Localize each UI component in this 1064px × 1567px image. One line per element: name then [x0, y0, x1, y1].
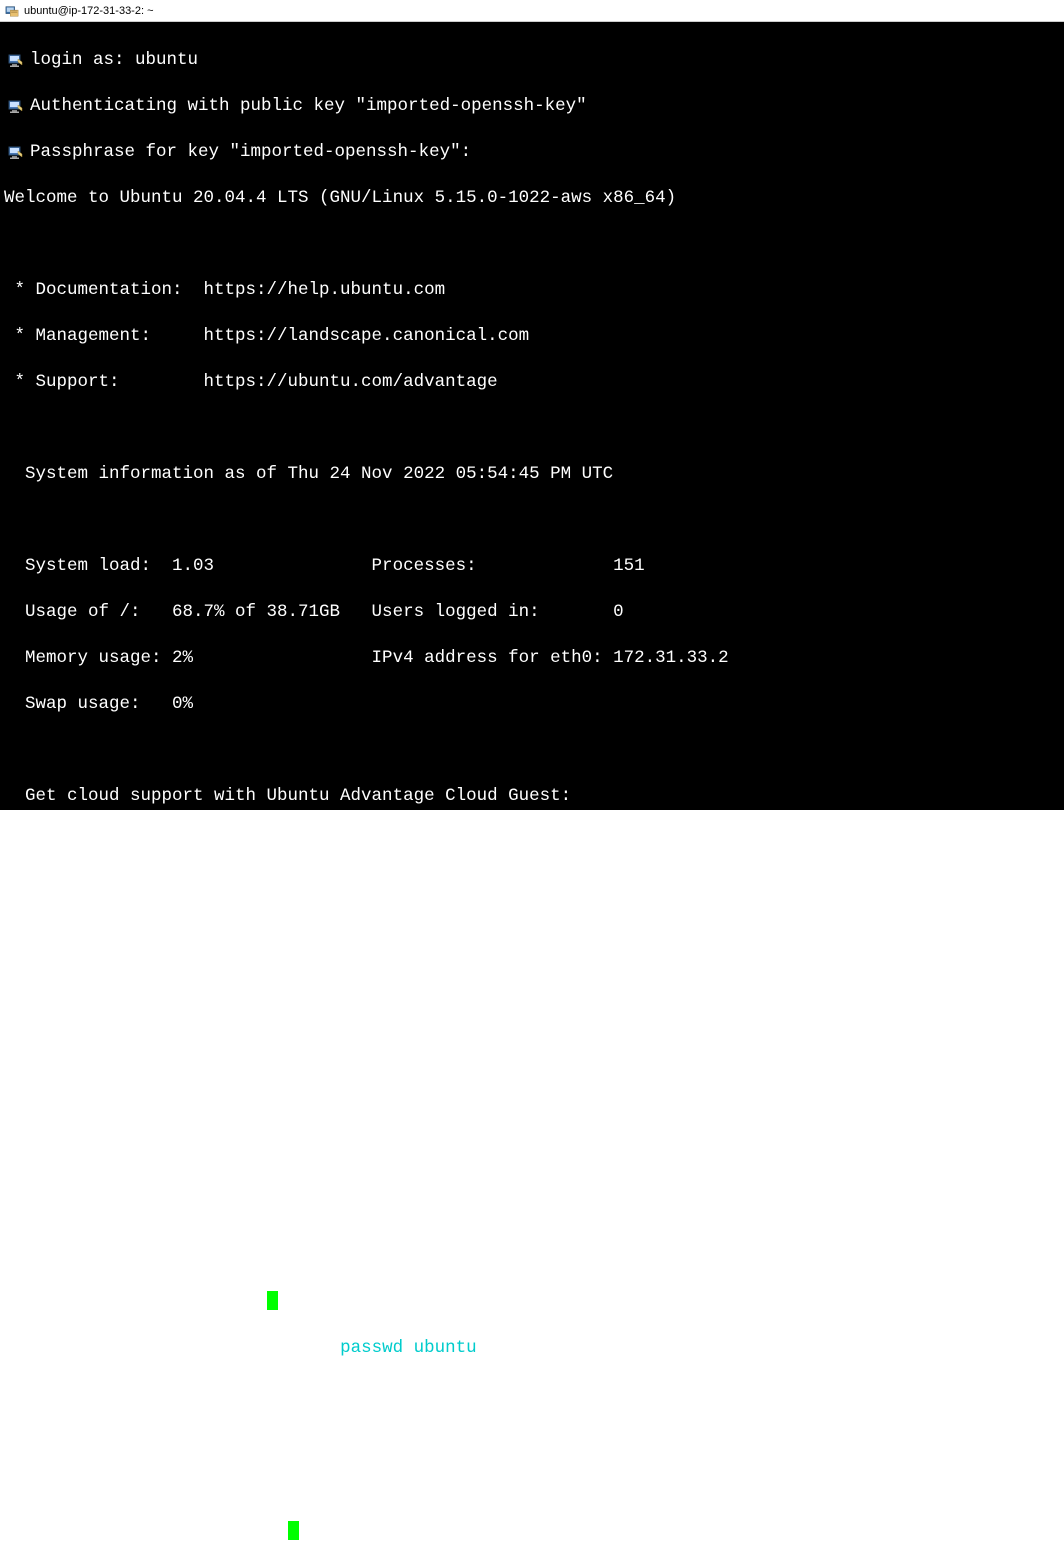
terminal-line: [0, 877, 1064, 900]
terminal-line: [0, 233, 1064, 256]
terminal-line: * Support: https://ubuntu.com/advantage: [0, 371, 1064, 394]
line-text: login as: ubuntu: [30, 49, 198, 72]
line-text: Authenticating with public key "imported…: [30, 95, 587, 118]
terminal-line: System load: 1.03 Processes: 151: [0, 555, 1064, 578]
window-title-bar: ubuntu@ip-172-31-33-2: ~: [0, 0, 1064, 22]
terminal-line: Welcome to Ubuntu 20.04.4 LTS (GNU/Linux…: [0, 187, 1064, 210]
terminal-line: Memory usage: 2% IPv4 address for eth0: …: [0, 647, 1064, 670]
terminal-line: [0, 417, 1064, 440]
prompt-line: ubuntu@ip-172-31-33-2:~$: [0, 1291, 1064, 1314]
terminal-line: Retype new UNIX password:: [0, 1429, 1064, 1452]
terminal-line: System information as of Thu 24 Nov 2022…: [0, 463, 1064, 486]
terminal-line: The list of available updates is more th…: [0, 1107, 1064, 1130]
terminal-line: To see these additional updates run: apt…: [0, 969, 1064, 992]
computer-icon: [6, 52, 24, 70]
terminal-line: [0, 509, 1064, 532]
terminal-line: Get cloud support with Ubuntu Advantage …: [0, 785, 1064, 808]
terminal-line: * Management: https://landscape.canonica…: [0, 325, 1064, 348]
computer-icon: [6, 144, 24, 162]
window-title: ubuntu@ip-172-31-33-2: ~: [24, 5, 154, 17]
cursor-icon: [288, 1521, 299, 1540]
terminal-line: http://www.ubuntu.com/business/services/…: [0, 831, 1064, 854]
prompt-text: ubuntu@ip-172-31-32-175 ~>: [4, 1338, 288, 1358]
cursor-icon: [267, 1291, 278, 1310]
prompt-line: ubuntu@ip-172-31-32-175 ~>: [0, 1521, 1064, 1544]
terminal-line: Usage of /: 68.7% of 38.71GB Users logge…: [0, 601, 1064, 624]
terminal-line: login as: ubuntu: [0, 49, 1064, 72]
terminal-line: To check for new updates run: sudo apt u…: [0, 1153, 1064, 1176]
line-text: Passphrase for key "imported-openssh-key…: [30, 141, 471, 164]
terminal-line: Swap usage: 0%: [0, 693, 1064, 716]
command-args: passwd ubuntu: [340, 1338, 477, 1358]
command-sudo: sudo: [288, 1338, 341, 1358]
terminal-line: Last login: Fri Nov 11 17:26:08 2022 fro…: [0, 1245, 1064, 1268]
terminal-line: * Documentation: https://help.ubuntu.com: [0, 279, 1064, 302]
terminal-line: [0, 1061, 1064, 1084]
terminal[interactable]: login as: ubuntu Authenticating with pub…: [0, 22, 1064, 810]
terminal-line: Authenticating with public key "imported…: [0, 95, 1064, 118]
terminal-line: Passphrase for key "imported-openssh-key…: [0, 141, 1064, 164]
putty-icon: [4, 3, 20, 19]
prompt-line: ubuntu@ip-172-31-32-175 ~> sudo passwd u…: [0, 1337, 1064, 1360]
computer-icon: [6, 98, 24, 116]
terminal-line: 71 updates can be applied immediately.: [0, 923, 1064, 946]
terminal-line: Enter new UNIX password:: [0, 1383, 1064, 1406]
prompt-text: ubuntu@ip-172-31-33-2:~$: [4, 1292, 267, 1312]
terminal-line: [0, 739, 1064, 762]
terminal-line: passwd: password updated successfully: [0, 1475, 1064, 1498]
prompt-text: ubuntu@ip-172-31-32-175 ~>: [4, 1522, 288, 1542]
terminal-line: [0, 1015, 1064, 1038]
terminal-line: [0, 1199, 1064, 1222]
